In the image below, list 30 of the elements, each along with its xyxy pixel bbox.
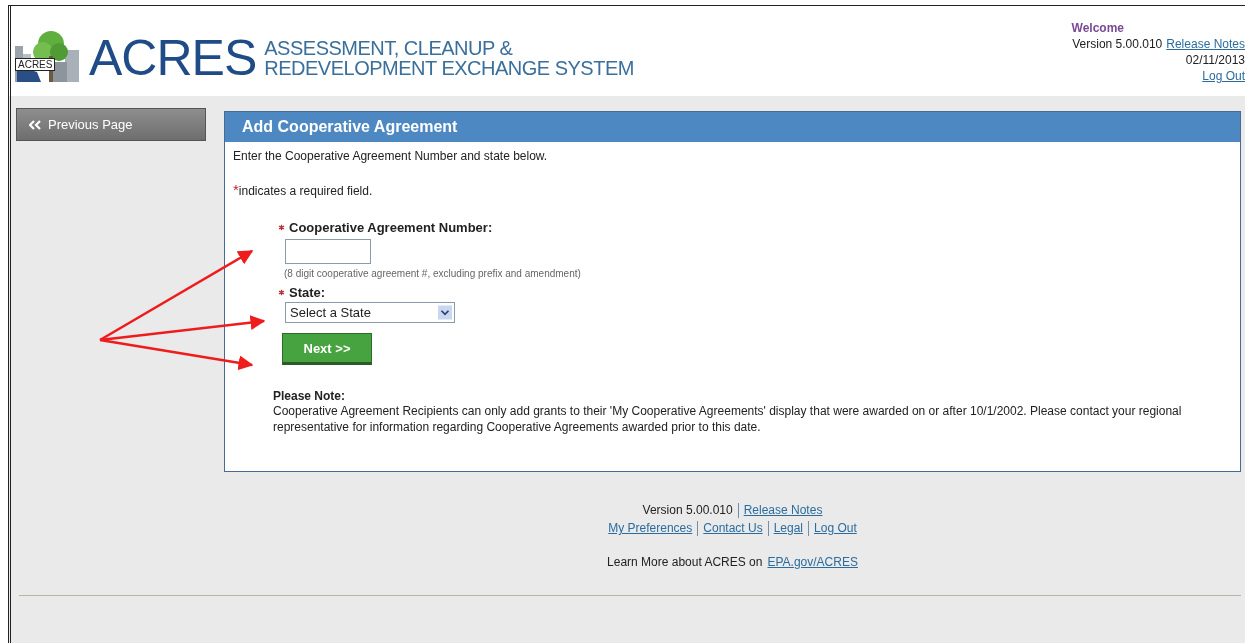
date-text: 02/11/2013 <box>1185 52 1245 68</box>
learn-more-text: Learn More about ACRES on <box>607 554 763 570</box>
note-text: Cooperative Agreement Recipients can only add grants to their 'My Cooperative Agreements' display that were awarded on or after 10/1/2002. Please contact your regional representative for information regarding Cooperative Agreements awarded prior to this date. <box>273 403 1183 435</box>
welcome-text: Welcome <box>1071 20 1124 36</box>
field-label: State: <box>289 285 326 300</box>
note-title: Please Note: <box>273 389 346 403</box>
previous-page-button[interactable]: Previous Page <box>16 108 206 141</box>
next-button[interactable]: Next >> <box>282 333 372 365</box>
release-notes-link[interactable]: Release Notes <box>1166 36 1245 52</box>
logo-tooltip: ACRES <box>15 58 56 71</box>
version-text: Version 5.00.010 <box>642 502 733 518</box>
footer-link[interactable]: My Preferences <box>608 520 693 536</box>
required-note: *indicates a required field. <box>233 181 374 198</box>
footer-link[interactable]: Contact Us <box>703 520 763 536</box>
footer-link[interactable]: Legal <box>773 520 804 536</box>
footer-link[interactable]: Log Out <box>814 520 857 536</box>
logo-subtitle: REDEVELOPMENT EXCHANGE SYSTEM <box>264 58 634 78</box>
logo-wordmark: ACRES <box>89 33 257 83</box>
logout-link[interactable]: Log Out <box>1202 68 1245 84</box>
state-dropdown[interactable]: Select a State <box>285 302 455 323</box>
version-text: Version 5.00.010 <box>1072 36 1163 52</box>
epa-link[interactable]: EPA.gov/ACRES <box>767 554 858 570</box>
panel-title: Add Cooperative Agreement <box>225 112 1240 142</box>
intro-text: Enter the Cooperative Agreement Number and state below. <box>233 149 549 163</box>
field-label: Cooperative Agreement Number: <box>289 220 493 235</box>
field-hint: (8 digit cooperative agreement #, excluding prefix and amendment) <box>284 268 581 279</box>
agreement-number-field[interactable] <box>285 239 371 264</box>
release-notes-link[interactable]: Release Notes <box>743 502 823 518</box>
double-chevron-icon <box>29 119 41 130</box>
logo-subtitle: ASSESSMENT, CLEANUP & <box>264 38 514 58</box>
